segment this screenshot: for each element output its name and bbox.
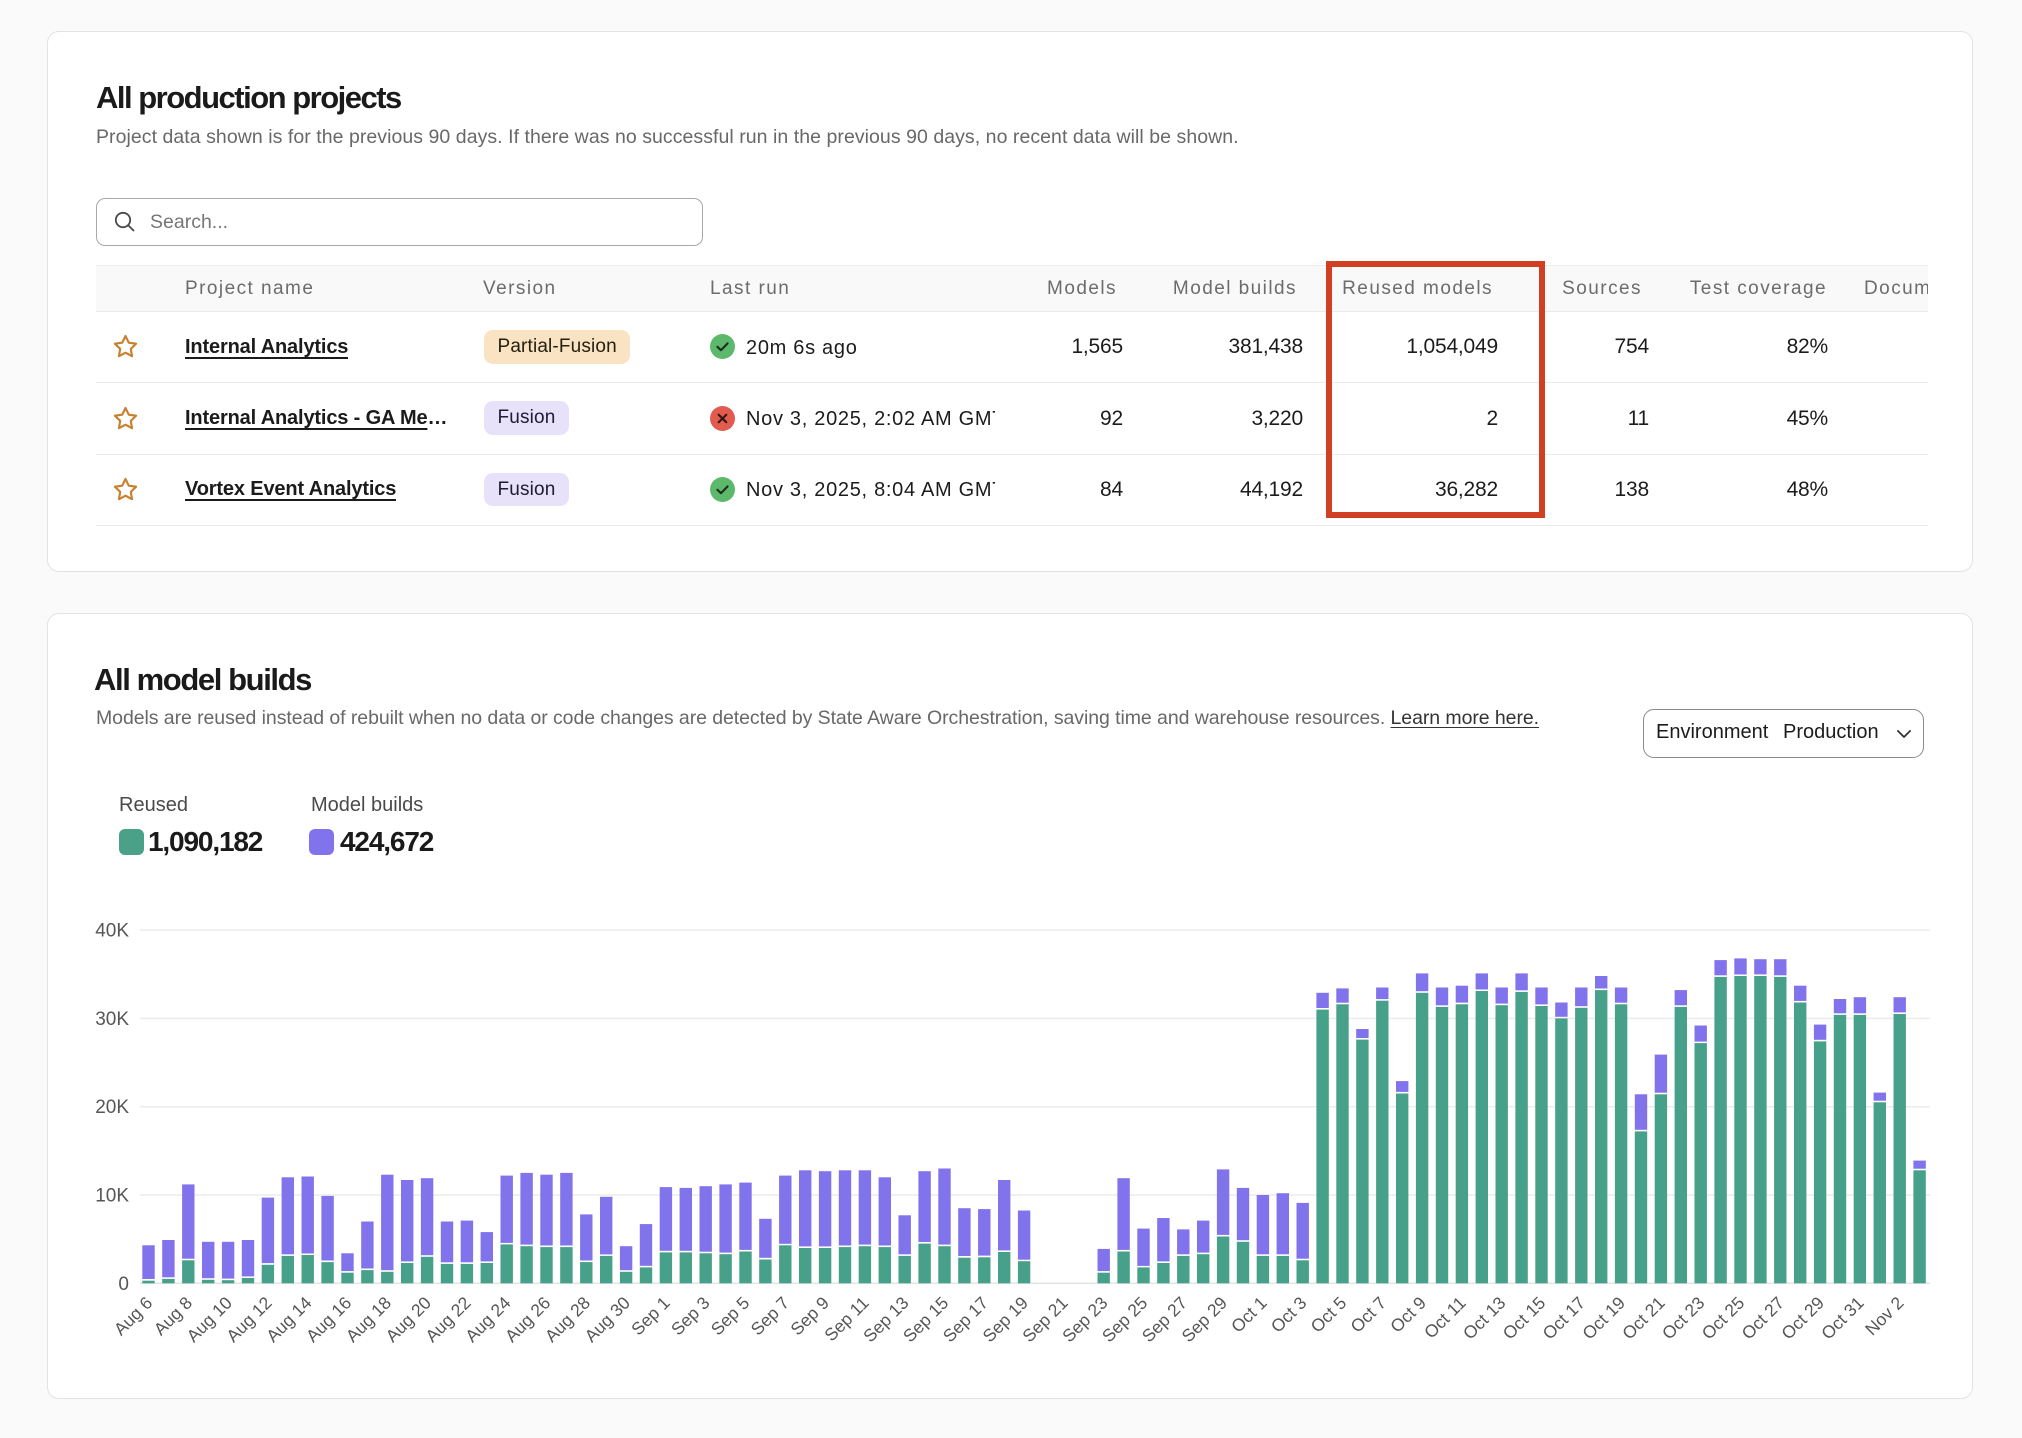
svg-text:Oct 21: Oct 21 <box>1618 1293 1669 1344</box>
svg-text:Oct 5: Oct 5 <box>1307 1293 1351 1337</box>
svg-text:Sep 3: Sep 3 <box>667 1293 713 1339</box>
svg-text:Sep 7: Sep 7 <box>747 1293 793 1339</box>
svg-text:Sep 5: Sep 5 <box>707 1293 753 1339</box>
svg-text:Sep 1: Sep 1 <box>627 1293 673 1339</box>
svg-text:20K: 20K <box>95 1097 129 1118</box>
svg-text:Oct 15: Oct 15 <box>1499 1293 1550 1344</box>
svg-text:Oct 17: Oct 17 <box>1539 1293 1590 1344</box>
svg-text:Oct 23: Oct 23 <box>1658 1293 1709 1344</box>
svg-text:10K: 10K <box>95 1186 129 1207</box>
svg-text:Oct 27: Oct 27 <box>1738 1293 1789 1344</box>
svg-text:Oct 25: Oct 25 <box>1698 1293 1749 1344</box>
svg-text:30K: 30K <box>95 1009 129 1030</box>
svg-text:Oct 1: Oct 1 <box>1227 1293 1271 1337</box>
svg-text:Sep 29: Sep 29 <box>1178 1293 1231 1346</box>
svg-text:Oct 29: Oct 29 <box>1777 1293 1828 1344</box>
svg-text:Oct 7: Oct 7 <box>1346 1293 1390 1337</box>
svg-text:Oct 3: Oct 3 <box>1267 1293 1311 1337</box>
svg-text:Aug 6: Aug 6 <box>110 1293 156 1339</box>
svg-text:Nov 2: Nov 2 <box>1861 1293 1907 1339</box>
svg-text:40K: 40K <box>95 921 129 942</box>
svg-text:0: 0 <box>118 1274 129 1295</box>
svg-text:Oct 11: Oct 11 <box>1420 1293 1470 1343</box>
svg-text:Oct 13: Oct 13 <box>1459 1293 1510 1344</box>
svg-text:Oct 31: Oct 31 <box>1817 1293 1868 1344</box>
svg-text:Aug 30: Aug 30 <box>581 1292 635 1346</box>
svg-text:Oct 19: Oct 19 <box>1578 1293 1629 1344</box>
